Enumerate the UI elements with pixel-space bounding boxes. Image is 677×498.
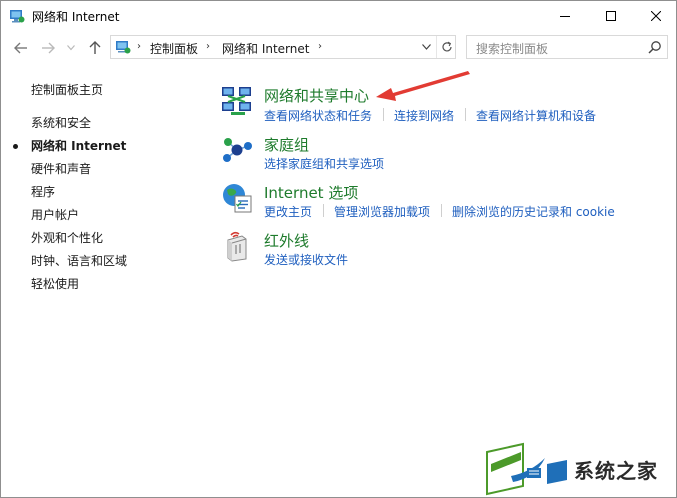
back-arrow-icon: [14, 42, 27, 54]
close-icon: [650, 11, 661, 21]
annotation-arrow-icon: [376, 71, 470, 101]
network-sharing-center-icon[interactable]: [221, 85, 253, 117]
link-homegroup-sharing-options[interactable]: 选择家庭组和共享选项: [264, 155, 384, 172]
search-placeholder: 搜索控制面板: [476, 42, 549, 56]
recent-locations-button[interactable]: [64, 37, 78, 59]
internet-options-icon[interactable]: [221, 182, 253, 214]
close-button[interactable]: [633, 1, 676, 31]
maximize-button[interactable]: [588, 1, 633, 31]
link-divider: [441, 204, 442, 217]
sidebar-item-programs[interactable]: 程序: [31, 183, 55, 200]
search-input[interactable]: 搜索控制面板: [466, 35, 668, 59]
category-title-homegroup[interactable]: 家庭组: [264, 134, 309, 155]
category-title-network-sharing-center[interactable]: 网络和共享中心: [264, 85, 369, 106]
watermark-text: 系统之家: [574, 459, 658, 483]
link-divider: [465, 108, 466, 121]
link-send-receive-files[interactable]: 发送或接收文件: [264, 251, 348, 268]
link-manage-browser-addons[interactable]: 管理浏览器加载项: [334, 203, 430, 220]
sidebar-item-clock-region[interactable]: 时钟、语言和区域: [31, 252, 127, 269]
breadcrumb-separator-icon: ›: [137, 41, 141, 52]
category-title-infrared[interactable]: 红外线: [264, 230, 309, 251]
sidebar-item-system-security[interactable]: 系统和安全: [31, 114, 91, 131]
breadcrumb-separator-icon[interactable]: ›: [318, 41, 322, 52]
up-arrow-icon: [89, 41, 101, 54]
link-change-home-page[interactable]: 更改主页: [264, 203, 312, 220]
sidebar-item-network-internet[interactable]: 网络和 Internet: [31, 137, 126, 154]
link-divider: [383, 108, 384, 121]
refresh-icon: [442, 41, 452, 52]
chevron-down-icon: [67, 45, 75, 51]
link-view-network-status[interactable]: 查看网络状态和任务: [264, 107, 372, 124]
window-title: 网络和 Internet: [32, 10, 120, 24]
minimize-icon: [559, 16, 570, 17]
back-button[interactable]: [11, 37, 31, 59]
chevron-down-icon: [421, 44, 431, 50]
link-connect-to-network[interactable]: 连接到网络: [394, 107, 454, 124]
infrared-icon[interactable]: [221, 230, 253, 262]
breadcrumb-separator-icon[interactable]: ›: [206, 41, 210, 52]
maximize-icon: [605, 11, 616, 21]
refresh-button[interactable]: [436, 36, 457, 58]
forward-arrow-icon: [42, 42, 55, 54]
link-divider: [323, 204, 324, 217]
breadcrumb-control-panel[interactable]: 控制面板: [150, 40, 198, 57]
address-history-button[interactable]: [416, 36, 436, 58]
current-item-bullet: [13, 144, 18, 149]
sidebar-item-control-panel-home[interactable]: 控制面板主页: [31, 81, 103, 98]
sidebar-item-hardware-sound[interactable]: 硬件和声音: [31, 160, 91, 177]
minimize-button[interactable]: [542, 1, 587, 31]
forward-button[interactable]: [38, 37, 58, 59]
control-panel-icon: [116, 41, 131, 54]
title-bar[interactable]: 网络和 Internet: [1, 1, 676, 31]
search-icon[interactable]: [648, 40, 662, 54]
network-internet-icon: [10, 10, 25, 23]
up-button[interactable]: [85, 37, 105, 59]
link-view-network-computers[interactable]: 查看网络计算机和设备: [476, 107, 596, 124]
link-delete-browsing-history[interactable]: 删除浏览的历史记录和 cookie: [452, 203, 615, 220]
address-bar[interactable]: › 控制面板 › 网络和 Internet ›: [110, 35, 456, 59]
breadcrumb-network-internet[interactable]: 网络和 Internet: [222, 40, 309, 57]
category-title-internet-options[interactable]: Internet 选项: [264, 182, 358, 203]
sidebar-item-appearance[interactable]: 外观和个性化: [31, 229, 103, 246]
sidebar-item-user-accounts[interactable]: 用户帐户: [31, 206, 79, 223]
control-panel-window: 网络和 Internet › 控制面板 › 网络和 Internet › 搜索控…: [0, 0, 677, 498]
sidebar-item-ease-of-access[interactable]: 轻松使用: [31, 275, 79, 292]
homegroup-icon[interactable]: [221, 134, 253, 166]
